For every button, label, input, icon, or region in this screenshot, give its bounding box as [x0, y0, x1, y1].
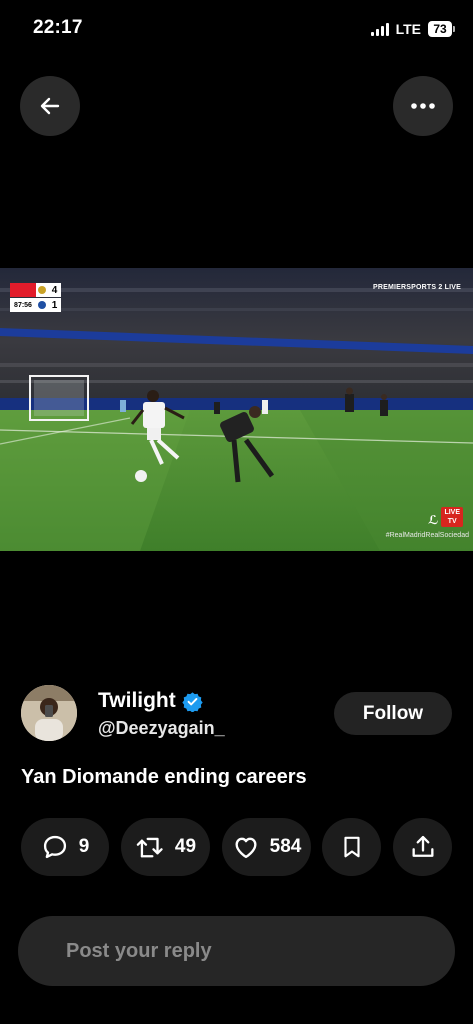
- back-button[interactable]: [20, 76, 80, 136]
- scoreboard: 4 87:56 1: [10, 283, 61, 312]
- profile-photo: [21, 685, 77, 741]
- battery-level: 73: [428, 21, 452, 37]
- post-media[interactable]: 4 87:56 1 PREMIERSPORTS 2 LIVE ℒ LIVE TV…: [0, 268, 473, 551]
- share-icon: [412, 835, 433, 857]
- follow-button[interactable]: Follow: [334, 692, 452, 735]
- repost-button[interactable]: 49: [121, 818, 210, 876]
- like-icon: [235, 837, 257, 859]
- like-button[interactable]: 584: [222, 818, 311, 876]
- broadcaster-logo: PREMIERSPORTS 2 LIVE: [372, 284, 461, 291]
- match-video-frame: [0, 268, 473, 551]
- battery-icon: 73: [428, 21, 455, 37]
- reply-count: 9: [78, 836, 90, 857]
- live-badge: ℒ LIVE TV: [428, 507, 463, 527]
- reply-button[interactable]: 9: [21, 818, 109, 876]
- more-horizontal-icon: [411, 103, 435, 109]
- home-score: 4: [48, 283, 61, 297]
- reply-icon: [43, 835, 66, 859]
- share-button[interactable]: [393, 818, 452, 876]
- repost-count: 49: [174, 836, 197, 857]
- live-label: LIVE: [444, 509, 460, 516]
- broadcast-hashtag: #RealMadridRealSociedad: [385, 532, 469, 539]
- bookmark-icon: [343, 836, 360, 858]
- more-options-button[interactable]: [393, 76, 453, 136]
- author-name-row: Twilight: [98, 689, 203, 713]
- post-detail-screen: 22:17 LTE 73 4 87:56 1 PREMIERSPORTS 2 L…: [0, 0, 473, 1024]
- reply-input[interactable]: Post your reply: [18, 916, 455, 986]
- repost-icon: [136, 837, 163, 858]
- match-clock: 87:56: [10, 298, 36, 312]
- bookmark-button[interactable]: [322, 818, 381, 876]
- verified-badge-icon: [182, 691, 203, 712]
- network-type: LTE: [395, 21, 421, 37]
- author-name[interactable]: Twilight: [98, 689, 176, 713]
- reply-placeholder: Post your reply: [66, 939, 212, 962]
- author-handle[interactable]: @Deezyagain_: [98, 718, 225, 739]
- arrow-left-icon: [40, 97, 60, 115]
- status-indicators: LTE 73: [370, 19, 455, 39]
- avatar[interactable]: [21, 685, 77, 741]
- post-actions: 9 49 584: [0, 818, 473, 876]
- like-count: 584: [269, 836, 302, 857]
- away-score: 1: [48, 298, 61, 312]
- signal-icon: [370, 22, 389, 36]
- post-text: Yan Diomande ending careers: [21, 766, 307, 788]
- live-brand: TV: [447, 518, 457, 525]
- status-time: 22:17: [33, 17, 83, 38]
